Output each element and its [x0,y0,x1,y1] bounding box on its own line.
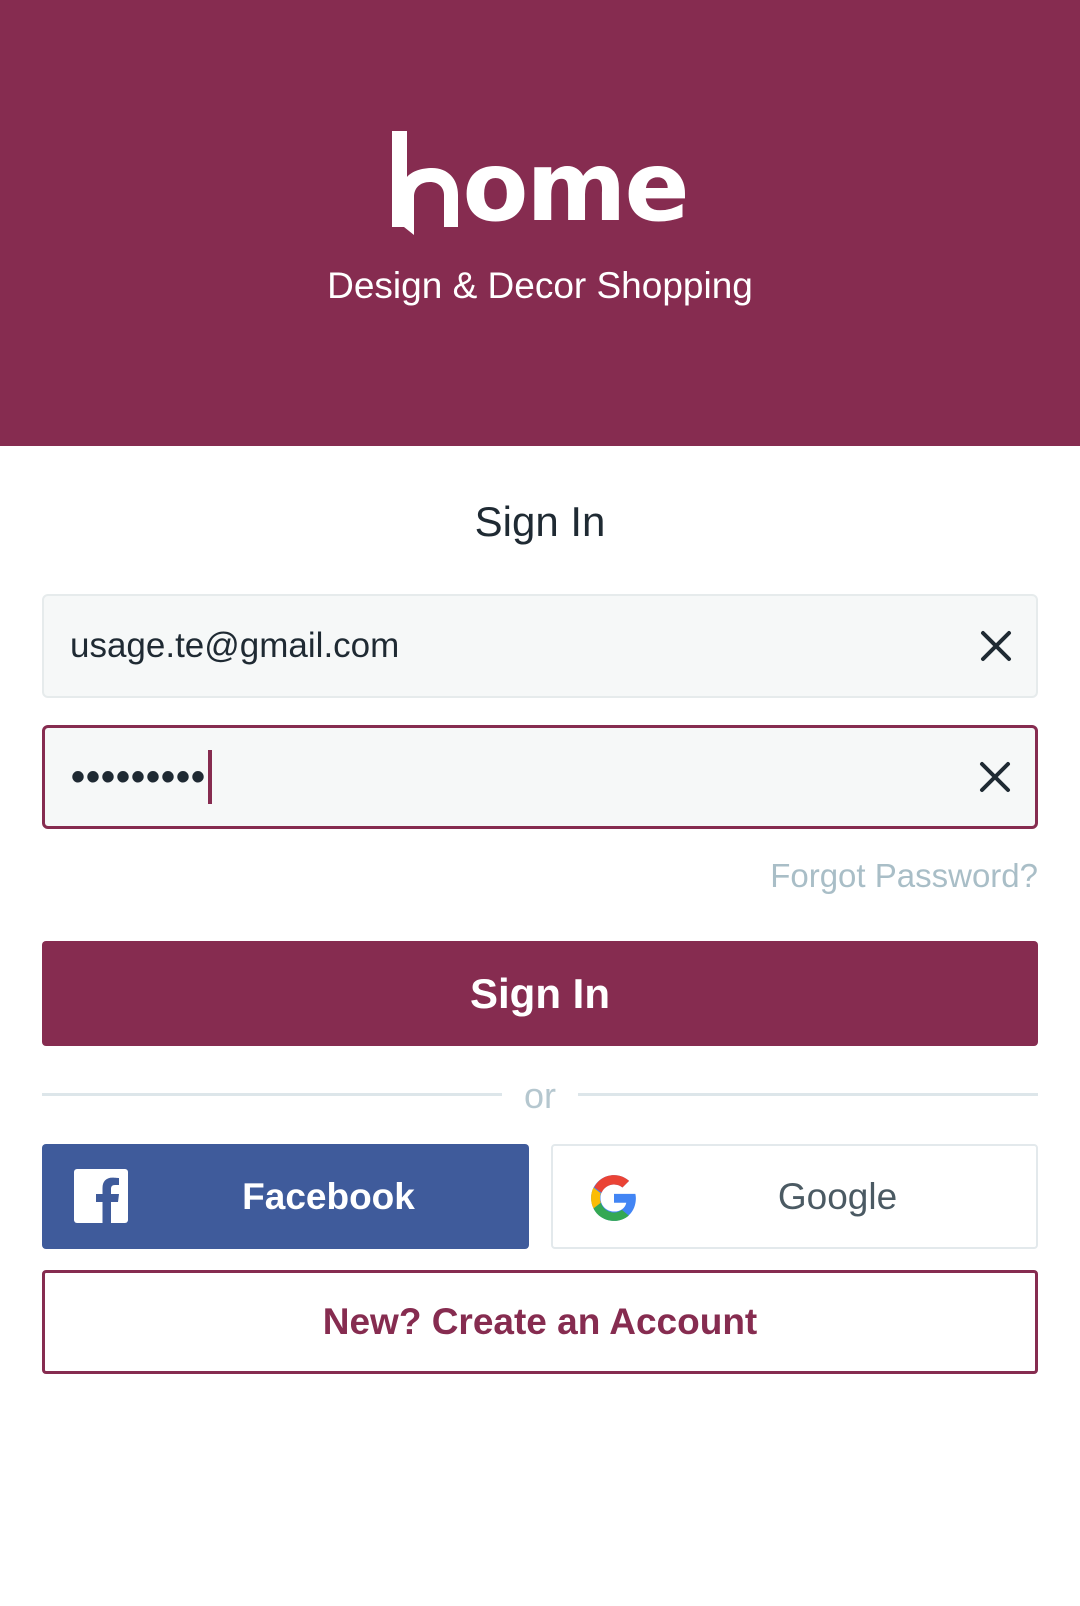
password-value: ••••••••• [71,754,207,799]
facebook-label: Facebook [242,1175,415,1217]
app-header: ome Design & Decor Shopping [0,0,1080,446]
close-icon [980,762,1010,792]
facebook-login-button[interactable]: Facebook [42,1144,529,1249]
email-field[interactable]: usage.te@gmail.com [42,594,1038,698]
close-icon [981,631,1011,661]
google-label: Google [777,1175,898,1217]
logo-h-glyph [392,131,459,235]
sign-in-button[interactable]: Sign In [42,941,1038,1046]
google-login-button[interactable]: Google [551,1144,1038,1249]
divider-right [578,1093,1038,1096]
text-caret [208,750,213,804]
password-field[interactable]: ••••••••• [42,725,1038,829]
logo-text: ome [462,131,689,243]
tagline: Design & Decor Shopping [327,265,753,306]
logo: ome [0,128,1080,238]
clear-password-button[interactable] [975,757,1015,797]
email-value: usage.te@gmail.com [70,626,400,665]
divider-left [42,1093,502,1096]
page-title: Sign In [474,498,606,545]
facebook-icon [74,1169,128,1223]
google-icon [591,1175,636,1221]
clear-email-button[interactable] [976,626,1016,666]
forgot-password-link[interactable]: Forgot Password? [770,856,1038,896]
create-account-button[interactable]: New? Create an Account [42,1270,1038,1374]
logo-wordmark: ome [392,131,690,243]
password-value-wrap: ••••••••• [71,728,213,826]
divider-or: or [523,1075,556,1116]
